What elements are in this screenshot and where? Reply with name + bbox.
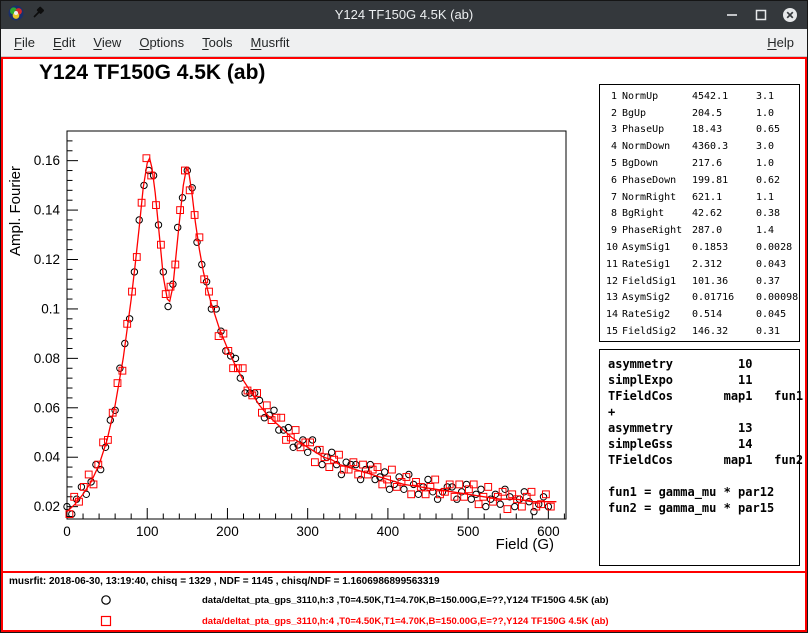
svg-text:100: 100 — [136, 524, 159, 539]
series-squares — [66, 155, 554, 518]
param-row: 6PhaseDown199.810.62 — [606, 172, 799, 189]
svg-text:Field (G): Field (G) — [496, 536, 554, 553]
menu-item-file[interactable]: File — [5, 29, 44, 56]
legend-item: data/deltat_pta_gps_3110,h:3 ,T0=4.50K,T… — [3, 593, 805, 608]
svg-text:500: 500 — [457, 524, 480, 539]
legend-item: data/deltat_pta_gps_3110,h:4 ,T0=4.50K,T… — [3, 614, 805, 629]
theory-line: fun1 = gamma_mu * par12 — [608, 484, 799, 500]
legend-label: data/deltat_pta_gps_3110,h:3 ,T0=4.50K,T… — [202, 595, 609, 606]
theory-line: TFieldCos map1 fun2 — [608, 452, 799, 468]
minimize-button[interactable] — [724, 7, 740, 23]
legend-marker-circle — [99, 593, 113, 607]
param-row: 8BgRight42.620.38 — [606, 206, 799, 223]
param-row: 7NormRight621.11.1 — [606, 189, 799, 206]
menu-item-musrfit[interactable]: Musrfit — [242, 29, 299, 56]
param-row: 12FieldSig1101.360.37 — [606, 273, 799, 290]
theory-line: simpleGss 14 — [608, 436, 799, 452]
close-button[interactable] — [782, 7, 798, 23]
svg-text:0.04: 0.04 — [34, 450, 61, 465]
param-row: 14RateSig20.5140.045 — [606, 306, 799, 323]
param-row: 5BgDown217.61.0 — [606, 155, 799, 172]
theory-line: simplExpo 11 — [608, 372, 799, 388]
svg-text:400: 400 — [377, 524, 400, 539]
param-row: 15FieldSig2146.320.31 — [606, 323, 799, 340]
svg-text:0.12: 0.12 — [34, 252, 60, 267]
param-row: 10AsymSig10.18530.0028 — [606, 239, 799, 256]
param-row: 11RateSig12.3120.043 — [606, 256, 799, 273]
svg-text:0.06: 0.06 — [34, 400, 60, 415]
pad-separator — [3, 571, 805, 573]
svg-text:0.16: 0.16 — [34, 153, 60, 168]
menu-item-view[interactable]: View — [84, 29, 130, 56]
param-row: 1NormUp4542.13.1 — [606, 88, 799, 105]
svg-text:0: 0 — [63, 524, 71, 539]
musrview-window: Y124 TF150G 4.5K (ab) FileEditViewOption… — [0, 0, 808, 633]
menu-item-tools[interactable]: Tools — [193, 29, 241, 56]
root-canvas[interactable]: Y124 TF150G 4.5K (ab) 0.020.040.060.080.… — [1, 57, 807, 632]
menubar: FileEditViewOptionsToolsMusrfit Help — [1, 29, 807, 57]
param-row: 9PhaseRight287.01.4 — [606, 222, 799, 239]
window-title: Y124 TF150G 4.5K (ab) — [1, 1, 807, 29]
svg-text:0.08: 0.08 — [34, 351, 60, 366]
svg-text:0.02: 0.02 — [34, 499, 60, 514]
legend-label: data/deltat_pta_gps_3110,h:4 ,T0=4.50K,T… — [202, 616, 609, 627]
axes: 0.02 0.04 0.06 0.08 0.1 0.12 0.14 0.16 0 100 200 30… — [7, 131, 566, 553]
menu-item-edit[interactable]: Edit — [44, 29, 84, 56]
maximize-button[interactable] — [753, 7, 769, 23]
menu-item-help[interactable]: Help — [758, 29, 803, 56]
theory-line: fun2 = gamma_mu * par15 — [608, 500, 799, 516]
fourier-chart[interactable]: 0.02 0.04 0.06 0.08 0.1 0.12 0.14 0.16 0 100 200 30… — [3, 87, 603, 565]
svg-text:300: 300 — [296, 524, 319, 539]
titlebar[interactable]: Y124 TF150G 4.5K (ab) — [1, 1, 807, 29]
param-row: 13AsymSig20.017160.00098 — [606, 290, 799, 307]
parameter-box: 1NormUp4542.13.12BgUp204.51.03PhaseUp18.… — [599, 84, 800, 342]
series-circles — [64, 167, 552, 517]
plot-title: Y124 TF150G 4.5K (ab) — [39, 61, 265, 85]
menu-item-options[interactable]: Options — [130, 29, 193, 56]
param-row: 4NormDown4360.33.0 — [606, 138, 799, 155]
param-row: 3PhaseUp18.430.65 — [606, 122, 799, 139]
svg-text:0.1: 0.1 — [41, 301, 60, 316]
svg-text:0.14: 0.14 — [34, 203, 61, 218]
theory-line: asymmetry 10 — [608, 356, 799, 372]
theory-line: asymmetry 13 — [608, 420, 799, 436]
theory-line: TFieldCos map1 fun1 — [608, 388, 799, 404]
param-row: 2BgUp204.51.0 — [606, 105, 799, 122]
theory-box: asymmetry 10simplExpo 11TFieldCos map1 f… — [599, 349, 800, 566]
svg-text:Ampl. Fourier: Ampl. Fourier — [7, 166, 24, 256]
fit-stats: musrfit: 2018-06-30, 13:19:40, chisq = 1… — [9, 576, 440, 587]
theory-line: + — [608, 404, 799, 420]
svg-text:200: 200 — [216, 524, 239, 539]
legend-marker-square — [99, 614, 113, 628]
theory-line — [608, 468, 799, 484]
